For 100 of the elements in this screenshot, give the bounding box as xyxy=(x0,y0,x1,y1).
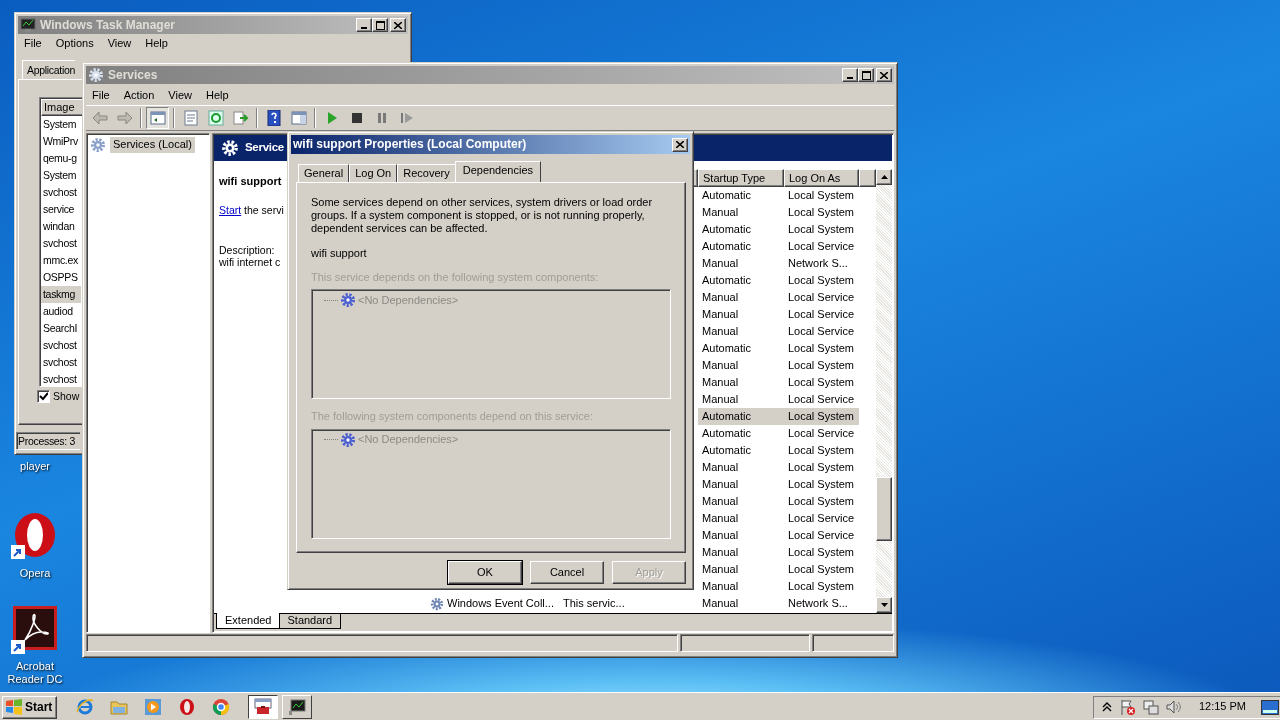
table-cell[interactable]: svchost xyxy=(41,184,81,201)
column-header[interactable] xyxy=(859,169,876,187)
scrollbar-thumb[interactable] xyxy=(876,477,892,541)
table-cell[interactable]: Local System xyxy=(784,476,859,493)
table-cell[interactable]: Local System xyxy=(784,442,859,459)
tab[interactable]: General xyxy=(298,164,350,182)
acrobat-icon[interactable] xyxy=(11,606,59,654)
help-icon[interactable] xyxy=(265,110,282,126)
table-cell[interactable]: Local Service xyxy=(784,510,859,527)
action-pane-icon[interactable] xyxy=(290,110,307,126)
close-button[interactable] xyxy=(672,137,688,152)
opera-icon[interactable] xyxy=(177,698,196,716)
table-cell[interactable]: taskmg xyxy=(41,286,81,303)
checkbox-label[interactable]: Show xyxy=(53,390,80,403)
table-cell[interactable]: Local System xyxy=(784,374,859,391)
table-cell[interactable]: Manual xyxy=(698,595,784,612)
table-cell[interactable]: Manual xyxy=(698,255,784,272)
speaker-icon[interactable] xyxy=(1165,699,1182,715)
table-cell[interactable]: Local Service xyxy=(784,391,859,408)
minimize-button[interactable] xyxy=(356,18,372,32)
table-cell[interactable]: Manual xyxy=(698,391,784,408)
table-cell[interactable]: Automatic xyxy=(698,425,784,442)
menu-item[interactable]: File xyxy=(86,88,116,103)
table-cell[interactable]: Manual xyxy=(698,578,784,595)
table-cell[interactable]: Manual xyxy=(698,510,784,527)
table-cell[interactable]: svchost xyxy=(41,354,81,371)
table-cell[interactable]: Local System xyxy=(784,408,859,425)
table-cell[interactable]: Local Service xyxy=(784,289,859,306)
table-cell[interactable]: Local System xyxy=(784,221,859,238)
dialog-button[interactable]: Cancel xyxy=(530,561,604,584)
table-cell[interactable]: SearchI xyxy=(41,320,81,337)
tab[interactable]: Extended xyxy=(216,613,281,630)
scroll-up-button[interactable] xyxy=(876,169,892,185)
column-header[interactable]: Startup Type xyxy=(698,169,784,187)
icon-label[interactable]: player xyxy=(3,460,67,473)
menu-item[interactable]: Action xyxy=(117,88,161,103)
table-cell[interactable]: qemu-g xyxy=(41,150,81,167)
table-cell[interactable]: Manual xyxy=(698,527,784,544)
table-cell[interactable]: Manual xyxy=(698,204,784,221)
flag-icon[interactable] xyxy=(1118,698,1136,716)
taskbar-button[interactable] xyxy=(248,695,279,719)
column-header[interactable]: Image xyxy=(41,99,83,116)
chevron-up-icon[interactable] xyxy=(1101,702,1112,712)
maximize-button[interactable] xyxy=(372,18,388,32)
table-cell[interactable]: WmiPrv xyxy=(41,133,81,150)
table-cell[interactable]: Manual xyxy=(698,544,784,561)
table-cell[interactable]: Local System xyxy=(784,544,859,561)
table-cell[interactable]: Local System xyxy=(784,272,859,289)
table-cell[interactable]: Automatic xyxy=(698,340,784,357)
table-cell[interactable]: Network S... xyxy=(784,255,859,272)
table-cell[interactable]: Automatic xyxy=(698,442,784,459)
start-button[interactable]: Start xyxy=(2,695,58,719)
table-cell[interactable]: Manual xyxy=(698,357,784,374)
table-cell[interactable]: Automatic xyxy=(698,187,784,204)
menu-item[interactable]: Options xyxy=(49,36,100,51)
table-cell[interactable]: service xyxy=(41,201,81,218)
export-list-icon[interactable] xyxy=(232,110,249,126)
table-cell[interactable]: Manual xyxy=(698,476,784,493)
table-cell[interactable]: Manual xyxy=(698,289,784,306)
table-cell[interactable]: System xyxy=(41,116,81,133)
tab[interactable]: Recovery xyxy=(397,164,456,182)
table-cell[interactable]: Automatic xyxy=(698,408,784,425)
table-cell[interactable]: Manual xyxy=(698,459,784,476)
table-cell[interactable]: Local Service xyxy=(784,238,859,255)
tree-item[interactable]: Services (Local) xyxy=(110,137,195,153)
tab[interactable]: Log On xyxy=(349,164,398,182)
table-cell[interactable]: Local System xyxy=(784,187,859,204)
table-cell[interactable]: audiod xyxy=(41,303,81,320)
table-cell[interactable]: Local Service xyxy=(784,527,859,544)
resume-icon[interactable] xyxy=(398,110,415,126)
table-cell[interactable]: Local System xyxy=(784,561,859,578)
table-cell[interactable]: svchost xyxy=(41,337,81,354)
table-cell[interactable]: Local System xyxy=(784,459,859,476)
network-icon[interactable] xyxy=(1142,698,1159,716)
table-cell[interactable]: Local System xyxy=(784,357,859,374)
icon-label[interactable]: Opera xyxy=(3,567,67,580)
menu-item[interactable]: Help xyxy=(199,88,235,103)
tab[interactable]: Standard xyxy=(278,614,342,630)
close-button[interactable] xyxy=(876,68,892,82)
scroll-down-button[interactable] xyxy=(876,597,892,613)
menu-item[interactable]: File xyxy=(18,36,48,51)
browser-icon[interactable] xyxy=(75,698,94,716)
table-cell[interactable]: Automatic xyxy=(698,221,784,238)
table-cell[interactable]: Local System xyxy=(784,493,859,510)
checkbox[interactable] xyxy=(37,390,50,403)
table-cell[interactable]: Local System xyxy=(784,204,859,221)
table-cell[interactable]: Network S... xyxy=(784,595,859,612)
table-cell[interactable]: Local System xyxy=(784,578,859,595)
clock[interactable]: 12:15 PM xyxy=(1198,700,1246,714)
table-cell[interactable]: Windows Event Coll... xyxy=(447,595,554,612)
table-cell[interactable]: Local Service xyxy=(784,323,859,340)
menu-item[interactable]: Help xyxy=(139,36,174,51)
table-cell[interactable]: Local Service xyxy=(784,425,859,442)
table-cell[interactable]: windan xyxy=(41,218,81,235)
table-cell[interactable]: Local Service xyxy=(784,306,859,323)
table-cell[interactable]: Manual xyxy=(698,323,784,340)
media-player-icon[interactable] xyxy=(143,698,162,716)
table-cell[interactable]: This servic... xyxy=(563,597,625,609)
table-cell[interactable]: Manual xyxy=(698,561,784,578)
table-cell[interactable]: svchost xyxy=(41,235,81,252)
